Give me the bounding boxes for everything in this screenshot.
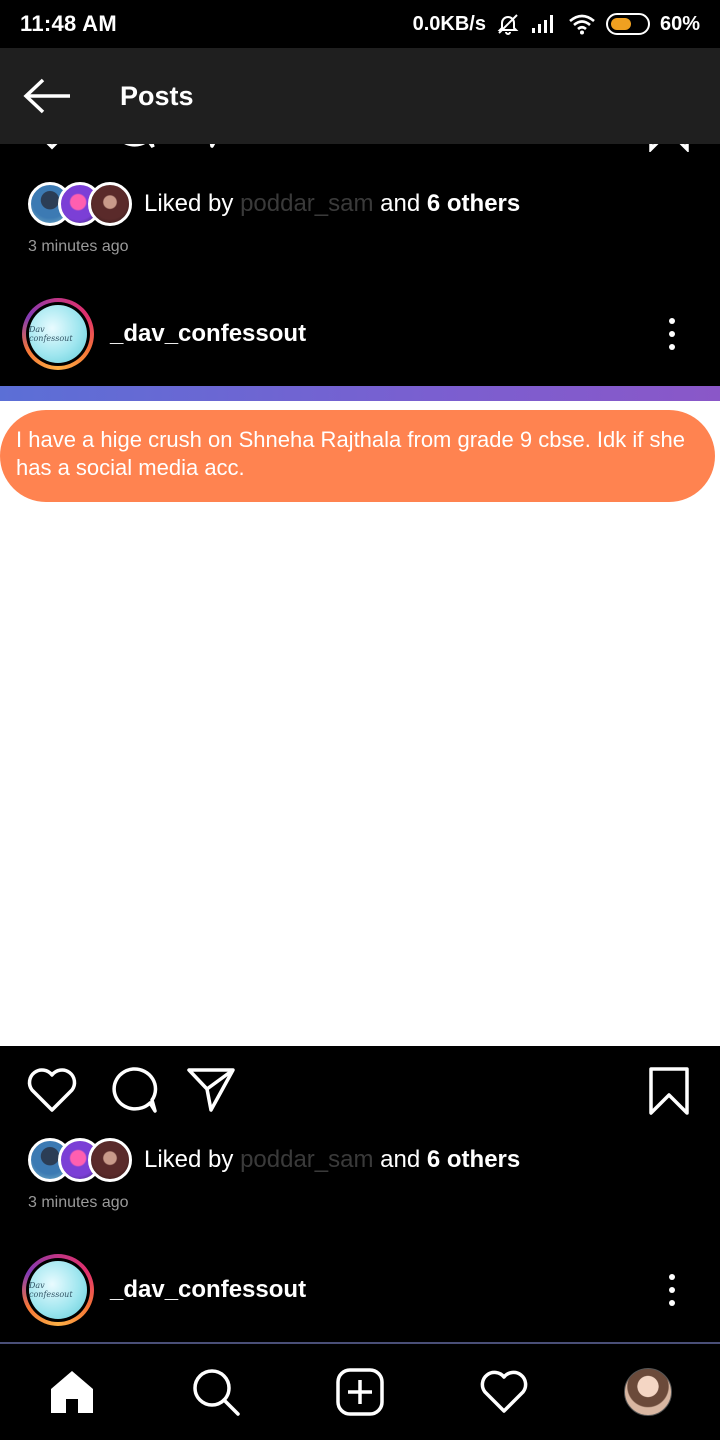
story-ring[interactable]: Dav confessout <box>22 1254 94 1326</box>
liker-avatars <box>28 1138 132 1182</box>
arrow-left-icon <box>23 78 70 114</box>
gradient-bar <box>0 386 720 401</box>
nav-profile[interactable] <box>612 1356 684 1428</box>
others-count[interactable]: 6 others <box>427 1146 520 1173</box>
comment-bubble-icon[interactable] <box>108 1066 158 1114</box>
liked-by-label: Liked by <box>144 1146 234 1173</box>
avatar: Dav confessout <box>29 305 87 363</box>
battery-icon <box>605 13 650 35</box>
page-title: Posts <box>120 80 194 111</box>
like-heart-icon[interactable] <box>26 144 78 150</box>
liker-avatar <box>88 1138 132 1182</box>
mute-bell-icon <box>497 14 519 35</box>
post-image[interactable]: I have a hige crush on Shneha Rajthala f… <box>0 386 720 1046</box>
network-speed: 0.0KB/s <box>412 12 486 35</box>
battery-percent: 60% <box>659 12 700 35</box>
confession-text: I have a hige crush on Shneha Rajthala f… <box>16 427 685 480</box>
avatar-logo-text: Dav confessout <box>29 1281 73 1299</box>
more-options-button[interactable] <box>660 314 684 354</box>
previous-post-actions <box>0 144 720 162</box>
liker-avatars <box>28 182 132 226</box>
like-heart-icon[interactable] <box>26 1066 78 1114</box>
nav-activity[interactable] <box>468 1356 540 1428</box>
likes-row[interactable]: Liked by poddar_sam and 6 others <box>28 1137 520 1183</box>
post-feed[interactable]: Liked by poddar_sam and 6 others 3 minut… <box>0 144 720 1342</box>
back-button[interactable] <box>0 48 96 144</box>
and-label: and <box>380 1146 421 1173</box>
save-bookmark-icon[interactable] <box>648 144 690 152</box>
profile-avatar <box>624 1368 672 1416</box>
post-header: Dav confessout _dav_confessout <box>0 1250 720 1330</box>
post-header: Dav confessout _dav_confessout <box>0 294 720 374</box>
more-options-button[interactable] <box>660 1270 684 1310</box>
activity-heart-icon <box>480 1370 528 1413</box>
liker-username[interactable]: poddar_sam <box>240 190 373 217</box>
status-bar: 11:48 AM 0.0KB/s 60% <box>0 0 720 48</box>
liker-avatar <box>88 182 132 226</box>
share-send-icon[interactable] <box>188 144 236 150</box>
status-icons: 0.0KB/s 60% <box>413 12 700 36</box>
story-ring[interactable]: Dav confessout <box>22 298 94 370</box>
nav-home[interactable] <box>36 1356 108 1428</box>
search-icon <box>193 1369 240 1416</box>
post-timestamp: 3 minutes ago <box>28 1194 129 1211</box>
app-header: Posts <box>0 48 720 144</box>
wifi-icon <box>569 14 595 35</box>
others-count[interactable]: 6 others <box>427 190 520 217</box>
comment-bubble-icon[interactable] <box>108 144 156 150</box>
post-username[interactable]: _dav_confessout <box>110 320 306 348</box>
nav-add-post[interactable] <box>324 1356 396 1428</box>
post-timestamp: 3 minutes ago <box>28 238 129 255</box>
share-send-icon[interactable] <box>186 1066 236 1114</box>
post-username[interactable]: _dav_confessout <box>110 1276 306 1304</box>
save-bookmark-icon[interactable] <box>648 1066 690 1116</box>
bottom-nav <box>0 1344 720 1440</box>
avatar: Dav confessout <box>29 1261 87 1319</box>
nav-search[interactable] <box>180 1356 252 1428</box>
battery-fill <box>610 18 631 30</box>
post-actions <box>0 1066 720 1136</box>
liker-username[interactable]: poddar_sam <box>240 1146 373 1173</box>
signal-icon <box>531 15 553 33</box>
and-label: and <box>380 190 421 217</box>
add-post-icon <box>336 1368 384 1416</box>
home-icon <box>51 1371 93 1413</box>
status-time: 11:48 AM <box>20 11 117 36</box>
likes-row[interactable]: Liked by poddar_sam and 6 others <box>28 181 520 227</box>
liked-by-label: Liked by <box>144 190 234 217</box>
confession-bubble: I have a hige crush on Shneha Rajthala f… <box>0 410 715 502</box>
avatar-logo-text: Dav confessout <box>29 325 73 343</box>
likes-text: Liked by poddar_sam and 6 others <box>144 1146 520 1174</box>
likes-text: Liked by poddar_sam and 6 others <box>144 190 520 218</box>
